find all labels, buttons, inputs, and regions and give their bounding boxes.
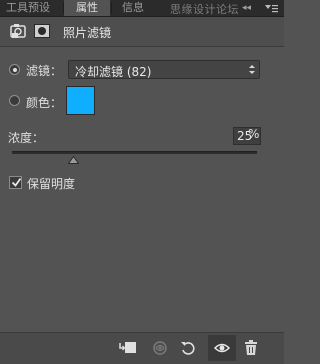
filter-select-value: 冷却滤镜 (82) xyxy=(75,65,152,79)
preserve-luminosity-label: 保留明度 xyxy=(27,177,76,191)
panel-tab-bar: 工具预设 属性 信息 思缘设计论坛 ◂◂ xyxy=(0,0,284,17)
panel-footer xyxy=(0,332,284,364)
view-previous-state-icon[interactable] xyxy=(150,339,170,357)
color-swatch[interactable] xyxy=(66,86,95,115)
density-slider-track[interactable] xyxy=(12,151,257,154)
updown-arrow-icon xyxy=(249,64,255,75)
trash-icon[interactable] xyxy=(241,339,261,357)
tab-properties[interactable]: 属性 xyxy=(64,0,110,16)
eye-icon[interactable] xyxy=(212,339,232,357)
panel-title: 照片滤镜 xyxy=(63,26,112,40)
color-radio[interactable] xyxy=(9,95,20,106)
adjustment-layer-icon[interactable] xyxy=(9,22,27,40)
tab-info[interactable]: 信息 xyxy=(122,0,144,16)
filter-select[interactable]: 冷却滤镜 (82) xyxy=(68,60,260,79)
density-unit: % xyxy=(248,127,260,141)
density-slider-thumb[interactable] xyxy=(67,153,80,164)
density-label: 浓度： xyxy=(8,131,45,145)
filter-label: 滤镜： xyxy=(26,64,63,78)
filter-radio[interactable] xyxy=(9,64,20,75)
collapse-panel-button[interactable]: ◂◂ xyxy=(242,0,251,16)
clip-to-layer-icon[interactable] xyxy=(118,339,138,357)
reset-icon[interactable] xyxy=(178,339,198,357)
tab-divider xyxy=(111,2,112,14)
properties-header: 照片滤镜 xyxy=(0,17,284,47)
panel-menu-icon[interactable] xyxy=(264,3,278,13)
watermark-text: 思缘设计论坛 xyxy=(170,3,239,16)
tab-tools-preset[interactable]: 工具预设 xyxy=(6,0,50,16)
color-label: 颜色： xyxy=(26,96,63,110)
layer-mask-icon[interactable] xyxy=(34,24,50,38)
preserve-luminosity-checkbox[interactable] xyxy=(9,176,22,189)
